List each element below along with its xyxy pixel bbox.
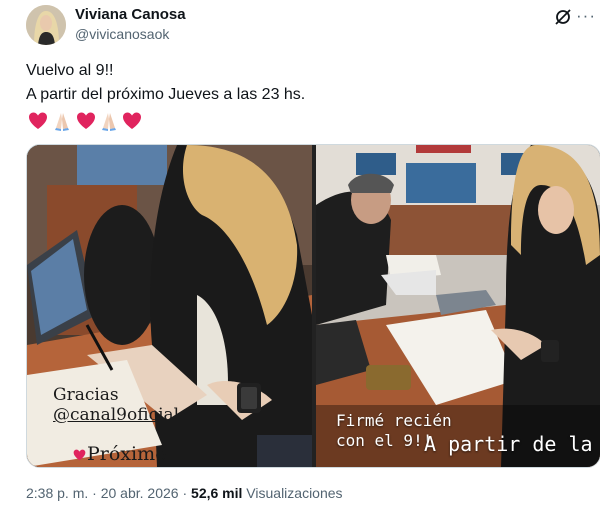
tweet-time[interactable]: 2:38 p. m.: [26, 485, 88, 501]
author-name[interactable]: Viviana Canosa: [75, 6, 186, 23]
red-heart-icon: [29, 112, 47, 129]
tweet-date[interactable]: 20 abr. 2026: [101, 485, 179, 501]
more-options-icon[interactable]: ···: [576, 6, 596, 26]
separator-dot: ·: [182, 485, 188, 501]
profile-photo: [26, 5, 66, 45]
red-heart-icon: [73, 449, 86, 461]
red-heart-icon: [123, 112, 141, 129]
photo-caption-line-2: @canal9oficial: [53, 405, 180, 425]
story-text-line-1: Firmé recién: [336, 411, 452, 430]
story-text-line-3: A partir de la: [424, 432, 593, 456]
red-heart-icon: [77, 112, 95, 129]
views-label: Visualizaciones: [246, 485, 343, 501]
views-count: 52,6 mil: [191, 485, 243, 501]
author-avatar[interactable]: [26, 5, 66, 45]
grok-icon[interactable]: [553, 7, 573, 27]
media-photo-right[interactable]: Firmé recién con el 9!! A partir de la: [316, 145, 600, 467]
photo-caption-line-1: Gracias: [53, 385, 119, 405]
tweet-media[interactable]: Gracias @canal9oficial Próximo Firmé rec…: [26, 144, 600, 468]
photo-caption-line-3: Próximo: [87, 443, 167, 465]
story-text-line-2: con el 9!!: [336, 431, 433, 450]
separator-dot: ·: [92, 485, 97, 501]
author-handle[interactable]: @vivicanosaok: [75, 26, 169, 42]
tweet-meta: 2:38 p. m. · 20 abr. 2026 · 52,6 mil Vis…: [26, 485, 343, 501]
tweet-text-line-2: A partir del próximo Jueves a las 23 hs.: [26, 86, 306, 103]
media-photo-left[interactable]: Gracias @canal9oficial Próximo: [27, 145, 312, 467]
tweet-text-line-1: Vuelvo al 9!!: [26, 62, 114, 79]
folded-hands-icon: [55, 113, 69, 131]
folded-hands-icon: [102, 113, 116, 131]
